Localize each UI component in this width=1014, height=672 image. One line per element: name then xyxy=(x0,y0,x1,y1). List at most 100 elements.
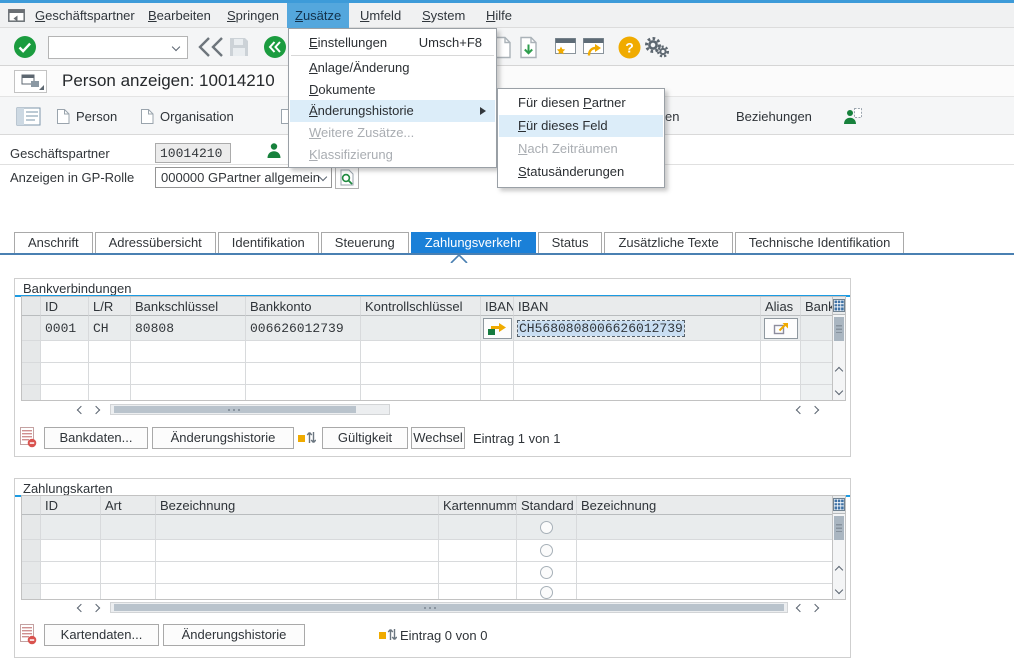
gp-role-select[interactable]: 000000 GPartner allgemein xyxy=(155,167,332,188)
scroll-right-icon[interactable] xyxy=(92,406,100,414)
expand-toggle-icon[interactable] xyxy=(378,625,397,643)
scrollbar-thumb[interactable] xyxy=(834,317,844,341)
column-header-id[interactable]: ID xyxy=(41,496,101,515)
cell-bankkonto[interactable]: 006626012739 xyxy=(246,316,361,341)
bank-vertical-scrollbar[interactable] xyxy=(832,296,846,401)
scrollbar-thumb[interactable] xyxy=(834,516,844,540)
command-field[interactable] xyxy=(48,36,188,59)
person-button[interactable]: Person xyxy=(56,104,117,128)
column-header-bankkonto[interactable]: Bankkonto xyxy=(246,297,361,316)
cell-id[interactable]: 0001 xyxy=(41,316,89,341)
scrollbar-thumb[interactable] xyxy=(114,604,784,611)
tab-adressuebersicht[interactable]: Adressübersicht xyxy=(95,232,216,254)
cards-column-pager[interactable] xyxy=(797,602,818,614)
tab-anschrift[interactable]: Anschrift xyxy=(14,232,93,254)
column-header-standard[interactable]: Standard xyxy=(517,496,577,515)
row-selector[interactable] xyxy=(22,341,41,363)
delete-entry-icon[interactable] xyxy=(20,427,37,448)
cell-kontrollschluessel[interactable] xyxy=(361,316,481,341)
column-header-id[interactable]: ID xyxy=(41,297,89,316)
row-selector[interactable] xyxy=(22,363,41,385)
continue-icon[interactable] xyxy=(13,35,37,59)
scroll-left-icon[interactable] xyxy=(796,406,804,414)
cards-scroll-left-right[interactable] xyxy=(78,602,99,614)
cards-aenderungshistorie-button[interactable]: Änderungshistorie xyxy=(163,624,305,646)
table-settings-icon[interactable] xyxy=(833,496,845,514)
table-settings-icon[interactable] xyxy=(833,297,845,315)
gueltigkeit-button[interactable]: Gültigkeit xyxy=(322,427,408,449)
cards-vertical-scrollbar[interactable] xyxy=(832,495,846,600)
scroll-up-icon[interactable] xyxy=(833,562,845,578)
window-layout-icon[interactable] xyxy=(14,70,47,93)
exit-icon[interactable] xyxy=(263,35,287,59)
iban-value[interactable]: CH5680808006626012739 xyxy=(518,321,684,336)
scroll-right-icon[interactable] xyxy=(811,604,819,612)
column-header-alias[interactable]: Alias xyxy=(761,297,801,316)
scroll-left-icon[interactable] xyxy=(77,406,85,414)
organisation-button[interactable]: Organisation xyxy=(140,104,234,128)
scroll-right-icon[interactable] xyxy=(92,604,100,612)
covered-button-fragment[interactable]: en xyxy=(665,104,679,128)
submenu-item-fuer-diesen-partner[interactable]: Für diesen Partner xyxy=(499,92,663,114)
delete-entry-icon[interactable] xyxy=(20,624,37,645)
menu-zusaetze[interactable]: Zusätze xyxy=(287,3,349,28)
submenu-item-fuer-dieses-feld[interactable]: Für dieses Feld xyxy=(499,115,663,137)
page-down-icon[interactable] xyxy=(519,36,538,59)
tab-zusaetzliche-texte[interactable]: Zusätzliche Texte xyxy=(604,232,732,254)
scroll-down-icon[interactable] xyxy=(833,582,845,598)
beziehungen-button[interactable]: Beziehungen xyxy=(736,104,812,128)
partner-number-field[interactable]: 10014210 xyxy=(155,143,231,163)
menu-item-einstellungen[interactable]: EinstellungenUmsch+F8 xyxy=(290,32,495,54)
menu-system[interactable]: System xyxy=(414,3,473,28)
iban-display-icon[interactable] xyxy=(483,318,512,339)
tab-zahlungsverkehr[interactable]: Zahlungsverkehr xyxy=(411,232,536,254)
scroll-left-icon[interactable] xyxy=(796,604,804,612)
column-header-kontrollschluessel[interactable]: Kontrollschlüssel xyxy=(361,297,481,316)
column-header-bezeichnung-2[interactable]: Bezeichnung xyxy=(577,496,833,515)
tab-identifikation[interactable]: Identifikation xyxy=(218,232,319,254)
column-header-bank[interactable]: Bank xyxy=(801,297,833,316)
submenu-item-statusaenderungen[interactable]: Statusänderungen xyxy=(499,161,663,183)
column-header-bezeichnung[interactable]: Bezeichnung xyxy=(156,496,439,515)
tab-steuerung[interactable]: Steuerung xyxy=(321,232,409,254)
column-header-selector[interactable] xyxy=(22,297,41,316)
locator-icon[interactable] xyxy=(16,104,41,128)
create-shortcut-icon[interactable] xyxy=(581,36,606,58)
column-header-iban-icon[interactable]: IBAN xyxy=(481,297,514,316)
column-header-art[interactable]: Art xyxy=(101,496,156,515)
menu-item-anlage-aenderung[interactable]: Anlage/Änderung xyxy=(290,57,495,79)
standard-radio[interactable] xyxy=(540,586,553,599)
row-selector[interactable] xyxy=(22,316,41,341)
scrollbar-thumb[interactable] xyxy=(114,406,356,413)
kartendaten-button[interactable]: Kartendaten... xyxy=(44,624,159,646)
menu-hilfe[interactable]: Hilfe xyxy=(478,3,520,28)
system-menu-icon[interactable] xyxy=(8,9,25,22)
cards-horizontal-scrollbar[interactable] xyxy=(110,602,788,613)
standard-radio[interactable] xyxy=(540,521,553,534)
create-person-icon[interactable] xyxy=(843,104,863,128)
expand-toggle-icon[interactable] xyxy=(297,428,316,446)
scroll-up-icon[interactable] xyxy=(833,363,845,379)
row-selector[interactable] xyxy=(22,385,41,401)
menu-bearbeiten[interactable]: Bearbeiten xyxy=(140,3,219,28)
bankdaten-button[interactable]: Bankdaten... xyxy=(44,427,148,449)
role-detail-icon[interactable] xyxy=(335,166,359,189)
back-icon[interactable] xyxy=(197,36,227,58)
cell-lr[interactable]: CH xyxy=(89,316,131,341)
menu-item-aenderungshistorie[interactable]: Änderungshistorie xyxy=(290,100,495,122)
row-selector[interactable] xyxy=(22,584,41,600)
column-header-lr[interactable]: L/R xyxy=(89,297,131,316)
scroll-down-icon[interactable] xyxy=(833,383,845,399)
customize-icon[interactable] xyxy=(643,36,670,59)
wechsel-button[interactable]: Wechsel xyxy=(411,427,465,449)
tab-status[interactable]: Status xyxy=(538,232,603,254)
scroll-left-icon[interactable] xyxy=(77,604,85,612)
column-header-bankschluessel[interactable]: Bankschlüssel xyxy=(131,297,246,316)
cell-bank[interactable] xyxy=(801,316,833,341)
menu-springen[interactable]: Springen xyxy=(219,3,287,28)
row-selector[interactable] xyxy=(22,515,41,540)
new-session-icon[interactable] xyxy=(553,36,578,58)
column-header-selector[interactable] xyxy=(22,496,41,515)
menu-geschaeftspartner[interactable]: Geschäftspartner xyxy=(27,3,143,28)
row-selector[interactable] xyxy=(22,562,41,584)
